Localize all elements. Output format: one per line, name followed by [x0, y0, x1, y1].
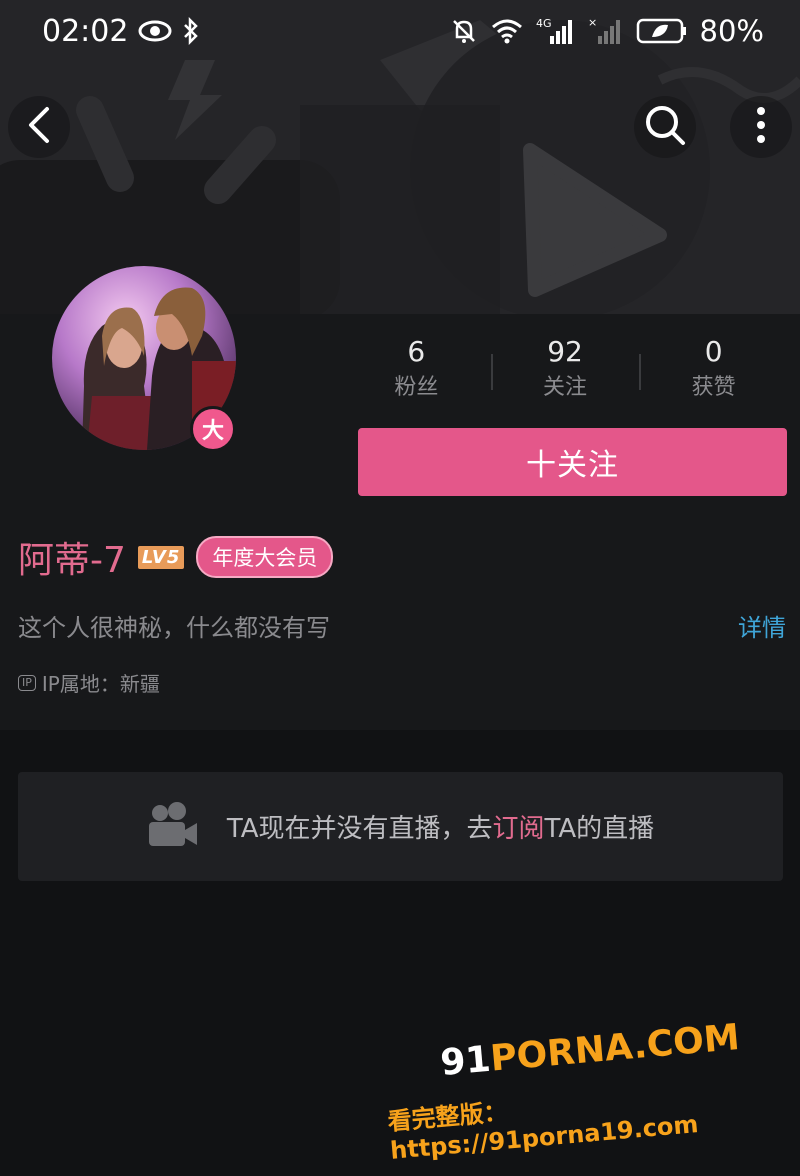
signal-4g-icon: 4G: [536, 16, 576, 46]
search-icon: [643, 103, 687, 151]
user-bio: 这个人很神秘，什么都没有写: [18, 614, 330, 642]
ip-icon: IP: [18, 674, 36, 691]
live-status-text: TA现在并没有直播，去订阅TA的直播: [227, 808, 654, 845]
name-row: 阿蒂-7 LV5 年度大会员: [18, 532, 334, 582]
search-button[interactable]: [634, 96, 696, 158]
level-badge: LV5: [137, 545, 185, 569]
followers-count: 6: [407, 335, 426, 368]
eye-icon: [138, 20, 172, 42]
following-count: 92: [547, 335, 583, 368]
battery-percent: 80%: [699, 14, 764, 48]
more-vertical-icon: [755, 105, 767, 149]
back-button[interactable]: [8, 96, 70, 158]
status-bar: 02:02 4G × 80%: [0, 0, 800, 62]
ip-location-row: IP IP属地：新疆: [18, 668, 160, 697]
live-text-before: TA现在并没有直播，去: [226, 814, 493, 844]
annual-vip-badge[interactable]: 年度大会员: [196, 536, 334, 578]
big-member-badge: 大: [190, 406, 236, 452]
details-link[interactable]: 详情: [738, 608, 786, 643]
svg-text:×: ×: [588, 16, 597, 29]
watermark-prefix: 91: [438, 1038, 493, 1084]
bell-muted-icon: [450, 17, 478, 45]
user-name: 阿蒂-7: [18, 540, 126, 581]
live-status-card: TA现在并没有直播，去订阅TA的直播: [18, 772, 783, 881]
wifi-icon: [490, 17, 524, 45]
likes-label: 获赞: [691, 375, 736, 400]
stat-divider: [490, 354, 493, 390]
bluetooth-icon: [182, 17, 200, 45]
ip-location: IP属地：新疆: [41, 672, 160, 696]
chevron-left-icon: [25, 105, 53, 149]
stat-followers[interactable]: 6 粉丝: [342, 334, 491, 414]
video-camera-icon: [147, 801, 199, 852]
stat-following[interactable]: 92 关注: [490, 334, 640, 414]
stat-likes[interactable]: 0 获赞: [639, 334, 788, 414]
stats-row: 6 粉丝 92 关注 0 获赞: [342, 334, 788, 414]
likes-count: 0: [704, 335, 723, 368]
watermark-brand: PORNA.COM: [488, 1017, 742, 1080]
stat-divider: [639, 354, 642, 390]
battery-saver-icon: [636, 17, 688, 45]
status-time: 02:02: [42, 13, 129, 49]
live-text-after: TA的直播: [544, 814, 655, 844]
more-options-button[interactable]: [730, 96, 792, 158]
follow-button[interactable]: 十关注: [358, 428, 787, 496]
followers-label: 粉丝: [394, 375, 439, 400]
signal-no-service-icon: ×: [588, 16, 624, 46]
following-label: 关注: [543, 375, 588, 400]
subscribe-live-link[interactable]: 订阅: [492, 814, 544, 844]
network-label: 4G: [536, 17, 552, 30]
